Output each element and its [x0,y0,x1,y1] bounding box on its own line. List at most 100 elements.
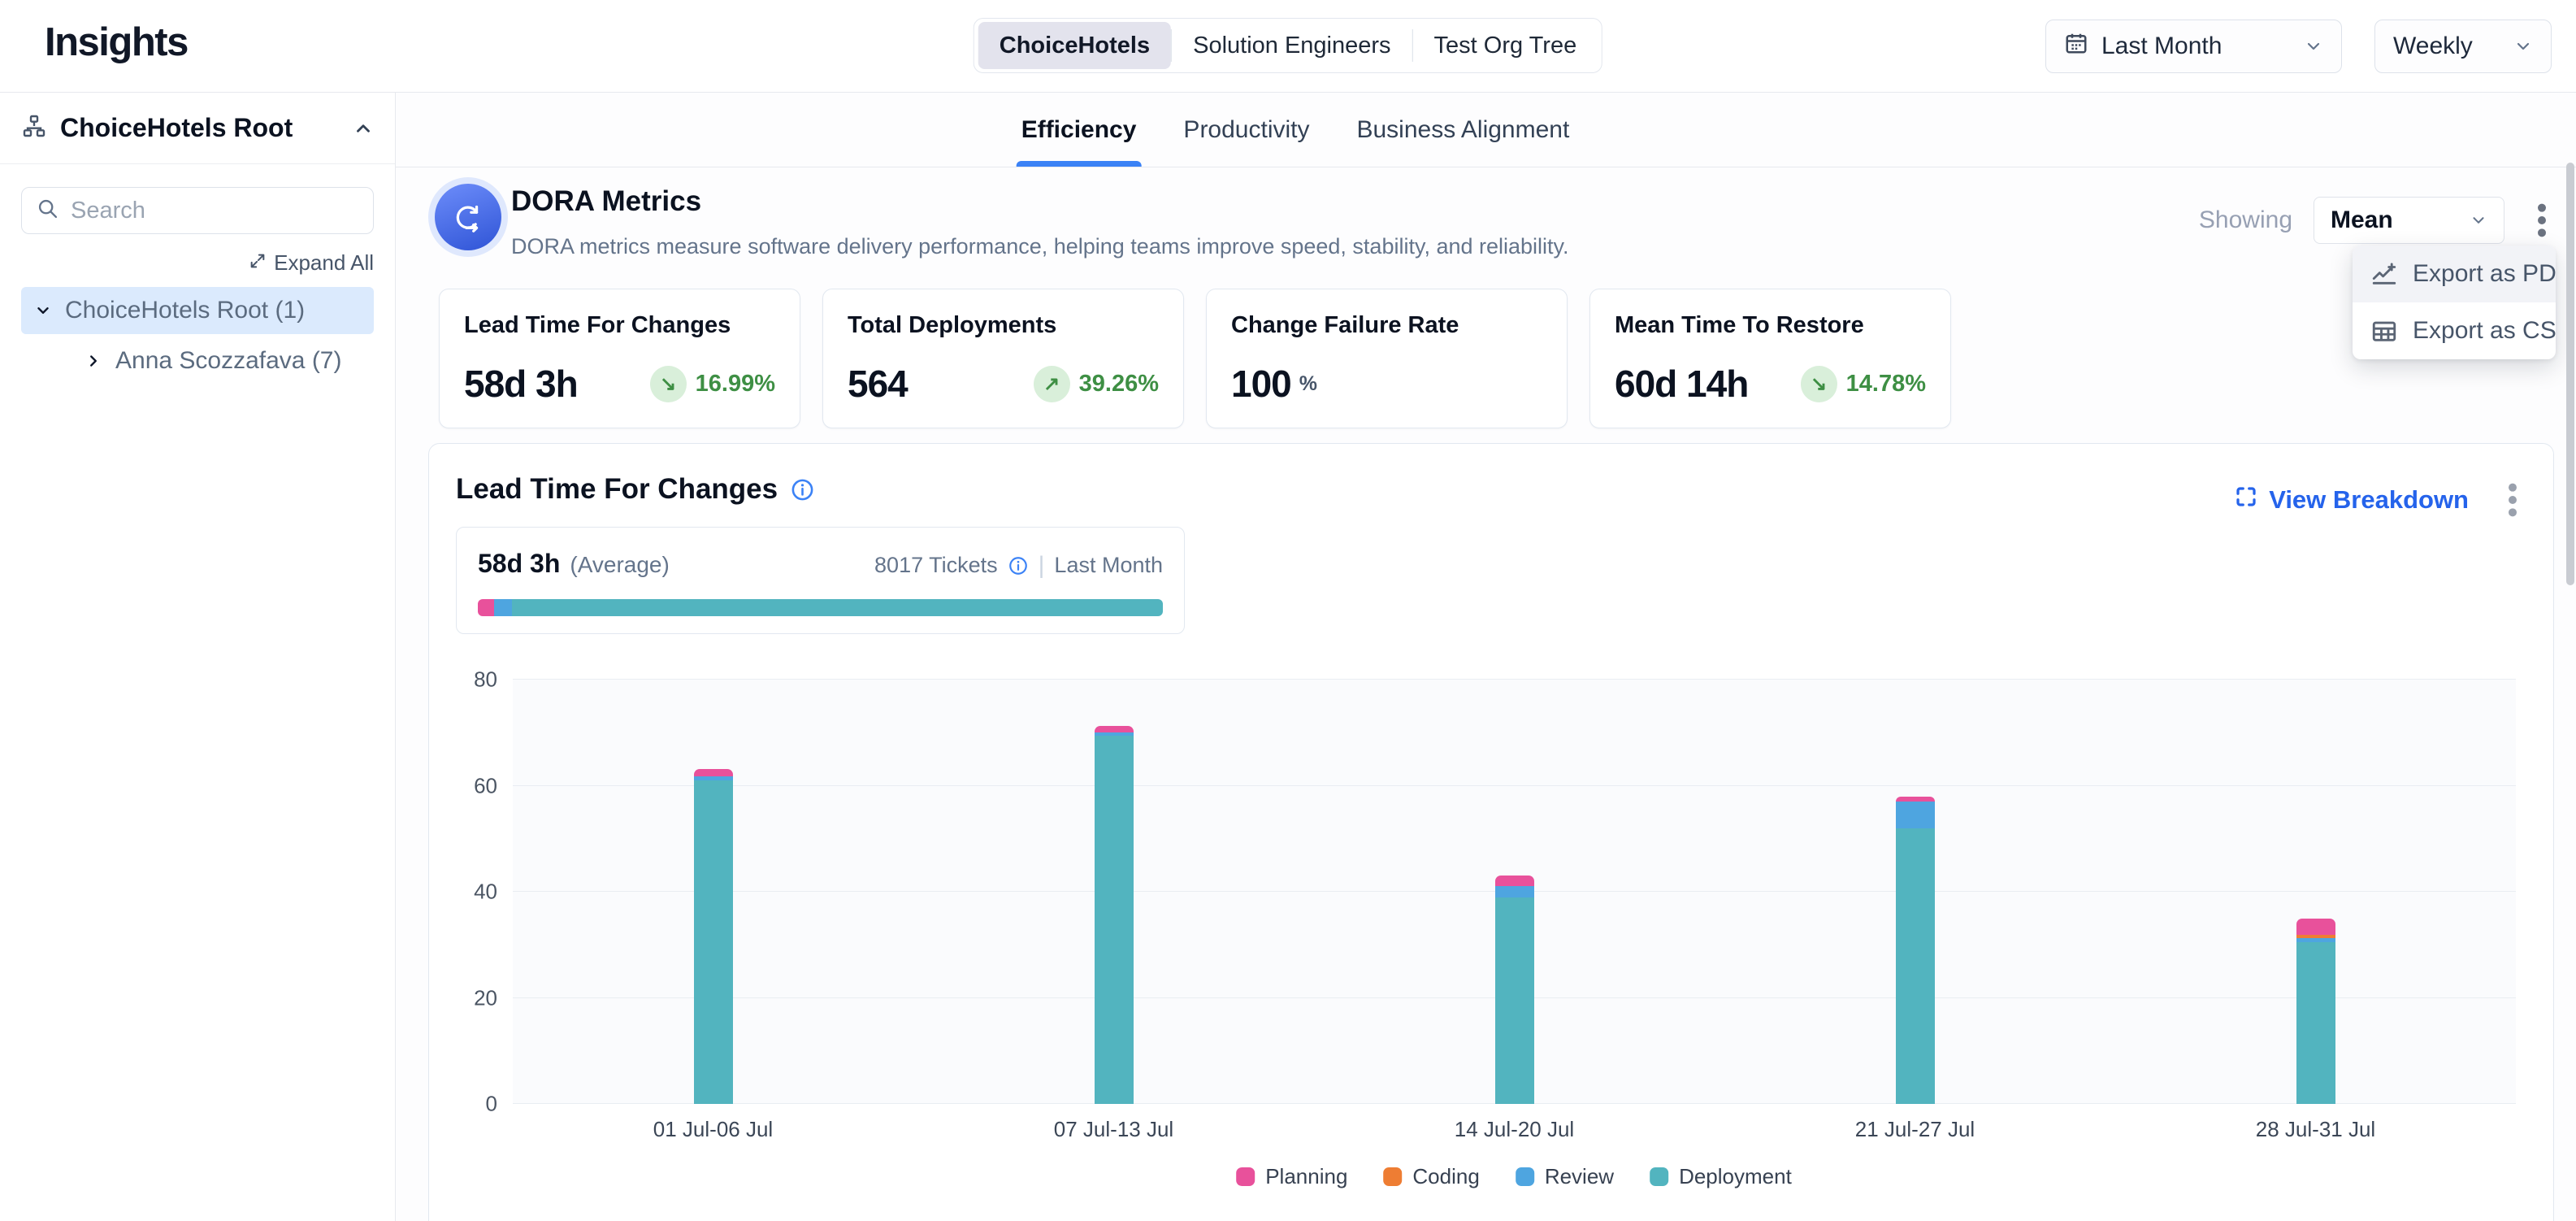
chevron-down-icon [2513,37,2533,56]
chevron-up-icon[interactable] [353,118,374,139]
chevron-right-icon[interactable] [85,352,102,370]
view-breakdown-button[interactable]: View Breakdown [2234,484,2469,515]
y-axis-label: 60 [444,773,497,798]
gridline [513,679,2516,680]
lead-time-actions: View Breakdown [2234,476,2529,524]
cycle-icon [435,184,501,250]
sidebar-header: ChoiceHotels Root [0,93,395,164]
bar-segment-deployment [1896,828,1935,1104]
progress-segment-review [494,599,512,616]
legend-swatch [1516,1167,1534,1186]
dora-metrics-icon [428,177,508,257]
menu-item-label: Export as CSV [2413,317,2556,345]
trend-delta: 14.78% [1846,371,1926,398]
legend-item-planning[interactable]: Planning [1236,1164,1347,1189]
legend-item-deployment[interactable]: Deployment [1650,1164,1792,1189]
bar-segment-deployment [1095,736,1134,1105]
tab-business-alignment[interactable]: Business Alignment [1351,93,1574,167]
lead-time-chart-plot [513,680,2516,1104]
lead-time-kebab-menu-icon[interactable] [2496,476,2529,524]
progress-segment-planning [478,599,494,616]
bar-segment-planning [694,769,733,776]
info-icon[interactable] [1008,555,1029,576]
x-axis-label: 01 Jul-06 Jul [653,1117,773,1142]
chart-bar [694,769,733,1104]
menu-item-label: Export as PDF [2413,260,2556,288]
tabs-row: Efficiency Productivity Business Alignment [396,93,2576,167]
metric-card-value-row: 58d 3h↘16.99% [464,362,775,406]
average-value: 58d 3h [478,549,560,579]
tickets-count: 8017 Tickets [874,553,998,578]
table-icon [2370,317,2398,345]
metric-card-title: Lead Time For Changes [464,312,775,339]
legend-item-review[interactable]: Review [1516,1164,1614,1189]
org-tab-choicehotels[interactable]: ChoiceHotels [978,22,1171,69]
org-tab-test-org-tree[interactable]: Test Org Tree [1413,22,1598,69]
period-dropdown[interactable]: Last Month [2045,20,2342,73]
trend-delta: 16.99% [696,371,775,398]
chevron-down-icon [2470,211,2487,229]
main-content: Efficiency Productivity Business Alignment… [396,93,2576,1221]
tab-productivity[interactable]: Productivity [1178,93,1314,167]
x-axis-label: 21 Jul-27 Jul [1855,1117,1975,1142]
chart-bar [1095,726,1134,1104]
org-tab-solution-engineers[interactable]: Solution Engineers [1172,22,1412,69]
menu-item-export-as-pdf[interactable]: Export as PDF [2353,246,2556,302]
sidebar: ChoiceHotels Root Expand All ChoiceHotel… [0,93,396,1221]
expand-all-button[interactable]: Expand All [21,250,374,276]
phase-progress-bar [478,599,1163,616]
menu-item-export-as-csv[interactable]: Export as CSV [2353,302,2556,359]
tree-item-label: Anna Scozzafava (7) [115,347,341,375]
bar-segment-deployment [1495,897,1534,1105]
bar-segment-review [1495,886,1534,897]
tree-item-label: ChoiceHotels Root (1) [65,297,305,324]
tree-item[interactable]: ChoiceHotels Root (1) [21,287,374,334]
x-axis-label: 07 Jul-13 Jul [1054,1117,1173,1142]
search-input[interactable] [71,198,377,224]
x-axis-label: 28 Jul-31 Jul [2256,1117,2375,1142]
sidebar-title: ChoiceHotels Root [60,113,293,143]
metric-card-value: 100 [1231,362,1291,406]
trend-down-icon: ↘ [1801,366,1837,402]
metric-card: Mean Time To Restore 60d 14h ↘ 14.78% [1589,289,1951,428]
showing-select[interactable]: Mean [2314,197,2504,244]
chevron-down-icon [2304,37,2323,56]
metric-card: Change Failure Rate100% [1206,289,1568,428]
search-box [21,187,374,234]
y-axis-label: 40 [444,880,497,905]
tree-item[interactable]: Anna Scozzafava (7) [72,339,374,383]
average-summary-box: 58d 3h (Average) 8017 Tickets | Last Mon… [456,527,1185,634]
org-tree-icon [21,113,47,143]
chevron-down-icon[interactable] [34,302,52,319]
metric-cards-row: Lead Time For Changes58d 3h↘16.99%Total … [439,289,1951,428]
bar-segment-deployment [2296,942,2335,1104]
gridline [513,785,2516,786]
chart-bar [2296,919,2335,1104]
calendar-icon [2064,31,2088,62]
dora-kebab-menu-icon[interactable] [2526,197,2558,244]
granularity-dropdown[interactable]: Weekly [2374,20,2552,73]
metric-card-title: Mean Time To Restore [1615,312,1926,339]
lead-time-title: Lead Time For Changes [456,473,778,506]
metric-card-value: 564 [848,362,908,406]
info-icon[interactable] [790,477,815,502]
period-dropdown-label: Last Month [2101,33,2222,60]
line-chart-icon [2370,260,2398,288]
dora-section-title: DORA Metrics [511,185,701,218]
chart-legend: Planning Coding Review Deployment [1236,1164,1792,1189]
trend-delta: 39.26% [1079,371,1159,398]
metric-card-title: Total Deployments [848,312,1159,339]
y-axis-label: 80 [444,667,497,693]
showing-controls: Showing Mean [2199,197,2558,244]
trend-up-icon: ↗ [1034,366,1070,402]
chart-bar [1896,797,1935,1104]
expand-all-icon [249,250,267,276]
trend-badge: ↗ 39.26% [1034,366,1159,402]
trend-down-icon: ↘ [650,366,687,402]
tab-efficiency[interactable]: Efficiency [1017,93,1142,167]
scrollbar-thumb[interactable] [2566,163,2574,585]
legend-item-coding[interactable]: Coding [1383,1164,1479,1189]
showing-label: Showing [2199,206,2292,234]
metric-card: Total Deployments 564 ↗ 39.26% [822,289,1184,428]
metric-card-value: 60d 14h [1615,362,1748,406]
